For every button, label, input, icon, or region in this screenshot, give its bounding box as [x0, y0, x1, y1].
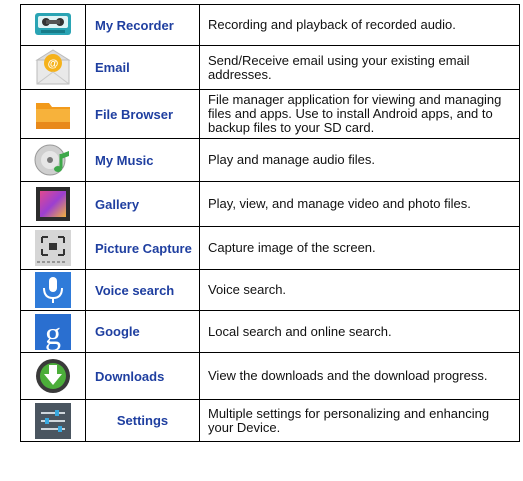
screenshot-icon [33, 228, 73, 268]
table-row: @ Email Send/Receive email using your ex… [20, 45, 520, 90]
app-name: Voice search [85, 269, 200, 311]
svg-text:g: g [45, 315, 61, 351]
icon-cell [20, 89, 86, 139]
email-icon: @ [33, 48, 73, 88]
app-name: File Browser [85, 89, 200, 139]
music-disc-icon [33, 140, 73, 180]
app-description: Capture image of the screen. [199, 226, 520, 270]
table-row: Gallery Play, view, and manage video and… [20, 181, 520, 227]
table-row: Settings Multiple settings for personali… [20, 399, 520, 442]
gallery-icon [33, 184, 73, 224]
icon-cell [20, 269, 86, 311]
app-name: Gallery [85, 181, 200, 227]
recorder-icon [33, 5, 73, 45]
app-description: File manager application for viewing and… [199, 89, 520, 139]
app-name: My Recorder [85, 4, 200, 46]
google-g-icon: g [33, 312, 73, 352]
apps-table: My Recorder Recording and playback of re… [20, 4, 520, 442]
app-description: Play, view, and manage video and photo f… [199, 181, 520, 227]
table-row: Downloads View the downloads and the dow… [20, 352, 520, 400]
app-description: Local search and online search. [199, 310, 520, 353]
icon-cell [20, 399, 86, 442]
icon-cell: @ [20, 45, 86, 90]
app-name: Google [85, 310, 200, 353]
microphone-icon [33, 270, 73, 310]
table-row: Picture Capture Capture image of the scr… [20, 226, 520, 270]
icon-cell: g [20, 310, 86, 353]
table-row: Voice search Voice search. [20, 269, 520, 311]
app-name: Settings [85, 399, 200, 442]
download-icon [33, 356, 73, 396]
app-description: Send/Receive email using your existing e… [199, 45, 520, 90]
table-row: File Browser File manager application fo… [20, 89, 520, 139]
app-description: Voice search. [199, 269, 520, 311]
icon-cell [20, 352, 86, 400]
app-name: Downloads [85, 352, 200, 400]
app-name: Email [85, 45, 200, 90]
icon-cell [20, 4, 86, 46]
icon-cell [20, 181, 86, 227]
app-name: My Music [85, 138, 200, 182]
icon-cell [20, 226, 86, 270]
app-description: Multiple settings for personalizing and … [199, 399, 520, 442]
table-row: g Google Local search and online search. [20, 310, 520, 353]
app-name: Picture Capture [85, 226, 200, 270]
app-description: Recording and playback of recorded audio… [199, 4, 520, 46]
table-row: My Recorder Recording and playback of re… [20, 4, 520, 46]
icon-cell [20, 138, 86, 182]
folder-icon [33, 94, 73, 134]
app-description: View the downloads and the download prog… [199, 352, 520, 400]
app-description: Play and manage audio files. [199, 138, 520, 182]
settings-sliders-icon [33, 401, 73, 441]
svg-text:@: @ [48, 58, 59, 70]
table-row: My Music Play and manage audio files. [20, 138, 520, 182]
